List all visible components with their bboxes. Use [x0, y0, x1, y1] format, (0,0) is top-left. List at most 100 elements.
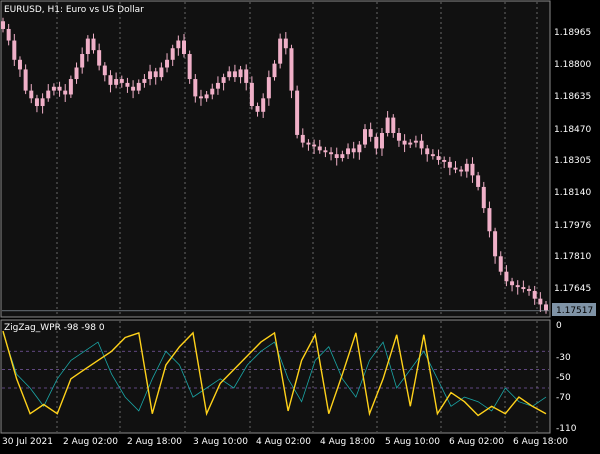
time-tick-label: 3 Aug 10:00 [193, 437, 248, 447]
symbol-title: EURUSD, H1: Euro vs US Dollar [4, 5, 144, 15]
candle-body [6, 28, 11, 41]
indicator-tick-label: 0 [556, 321, 562, 331]
time-tick-label: 4 Aug 02:00 [256, 437, 311, 447]
candle-body [266, 77, 271, 99]
time-axis[interactable]: 30 Jul 2021 2 Aug 02:00 2 Aug 18:00 3 Au… [2, 437, 568, 447]
time-tick-label: 5 Aug 10:00 [385, 437, 440, 447]
current-price-label: 1.17517 [556, 306, 593, 316]
candle-body [408, 142, 413, 145]
candle-body [261, 98, 266, 112]
candle-body [198, 96, 203, 99]
candle-body [317, 146, 322, 151]
candle-body [544, 304, 548, 311]
candle-body [396, 132, 401, 141]
candle-body [363, 129, 367, 145]
candle-body [351, 148, 356, 153]
candle-body [193, 79, 198, 97]
candle-body [413, 140, 418, 143]
candle-body [476, 175, 481, 187]
candle-body [504, 271, 509, 282]
candle-body [170, 48, 175, 60]
candle-body [374, 136, 379, 149]
indicator-tick-label: -50 [556, 373, 571, 383]
candle-body [538, 298, 543, 305]
candle-body [136, 82, 141, 91]
price-axis[interactable]: 1.18965 1.18800 1.18635 1.18470 1.18305 … [554, 28, 591, 294]
candle-body [159, 67, 164, 78]
candle-body [464, 163, 469, 172]
candle-body [425, 148, 430, 155]
candle-body [379, 132, 384, 149]
candle-body [165, 59, 170, 68]
time-tick-label: 4 Aug 18:00 [320, 437, 375, 447]
candle-body [249, 82, 254, 107]
candle-body [300, 134, 305, 143]
candle-body [442, 159, 447, 162]
candle-body [306, 142, 311, 145]
candle-body [85, 38, 90, 55]
price-tick-label: 1.18470 [554, 125, 591, 135]
indicator-tick-label: -70 [556, 393, 571, 403]
metatrader-chart-window[interactable]: EURUSD, H1: Euro vs US Dollar ZigZag_WPR… [0, 0, 600, 450]
candle-body [283, 38, 288, 49]
time-tick-label: 30 Jul 2021 [2, 437, 53, 447]
indicator-tick-label: -30 [556, 353, 571, 363]
candle-body [238, 69, 243, 78]
candle-body [487, 208, 492, 232]
price-tick-label: 1.18305 [554, 156, 591, 166]
candle-body [493, 231, 498, 257]
candle-body [498, 256, 503, 272]
candle-body [148, 71, 153, 80]
candle-body [46, 90, 51, 99]
candle-body [510, 281, 515, 286]
price-tick-label: 1.17645 [554, 284, 591, 294]
candle-body [17, 59, 22, 70]
candle-body [481, 186, 486, 209]
candle-body [204, 94, 209, 99]
candle-body [340, 154, 345, 159]
candle-body [391, 117, 396, 133]
candle-body [74, 67, 79, 80]
candle-body [515, 285, 520, 288]
candle-body [272, 63, 277, 78]
price-pane[interactable] [0, 0, 551, 318]
chart-canvas[interactable]: EURUSD, H1: Euro vs US Dollar ZigZag_WPR… [0, 0, 600, 450]
candle-body [102, 65, 107, 76]
candle-body [453, 167, 458, 170]
candle-body [323, 150, 328, 153]
price-tick-label: 1.17976 [554, 221, 591, 231]
candle-body [447, 161, 452, 168]
candle-body [312, 144, 317, 147]
indicator-tick-label: -110 [556, 424, 577, 434]
candle-body [29, 90, 34, 99]
price-tick-label: 1.17810 [554, 252, 591, 262]
candle-body [125, 82, 130, 87]
candle-body [532, 290, 537, 299]
price-tick-label: 1.18635 [554, 92, 591, 102]
candle-body [57, 86, 62, 91]
candle-body [153, 71, 158, 78]
candle-body [419, 140, 424, 149]
candle-body [289, 48, 294, 91]
candle-body [357, 144, 362, 153]
candle-body [232, 71, 237, 78]
candle-body [329, 152, 334, 155]
candle-body [295, 90, 300, 135]
candle-body [51, 86, 56, 91]
candle-body [68, 79, 73, 95]
price-tick-label: 1.18800 [554, 60, 591, 70]
candle-body [210, 88, 215, 95]
candle-body [459, 169, 464, 172]
time-tick-label: 6 Aug 18:00 [513, 437, 568, 447]
candle-body [91, 38, 96, 51]
candle-body [12, 40, 17, 60]
candle-body [1, 21, 5, 29]
price-tick-label: 1.18140 [554, 188, 591, 198]
candle-body [182, 40, 186, 55]
candle-body [470, 163, 475, 176]
time-tick-label: 6 Aug 02:00 [449, 437, 504, 447]
candle-body [402, 140, 407, 145]
candle-body [40, 98, 45, 107]
time-tick-label: 2 Aug 02:00 [63, 437, 118, 447]
candle-body [436, 156, 441, 160]
